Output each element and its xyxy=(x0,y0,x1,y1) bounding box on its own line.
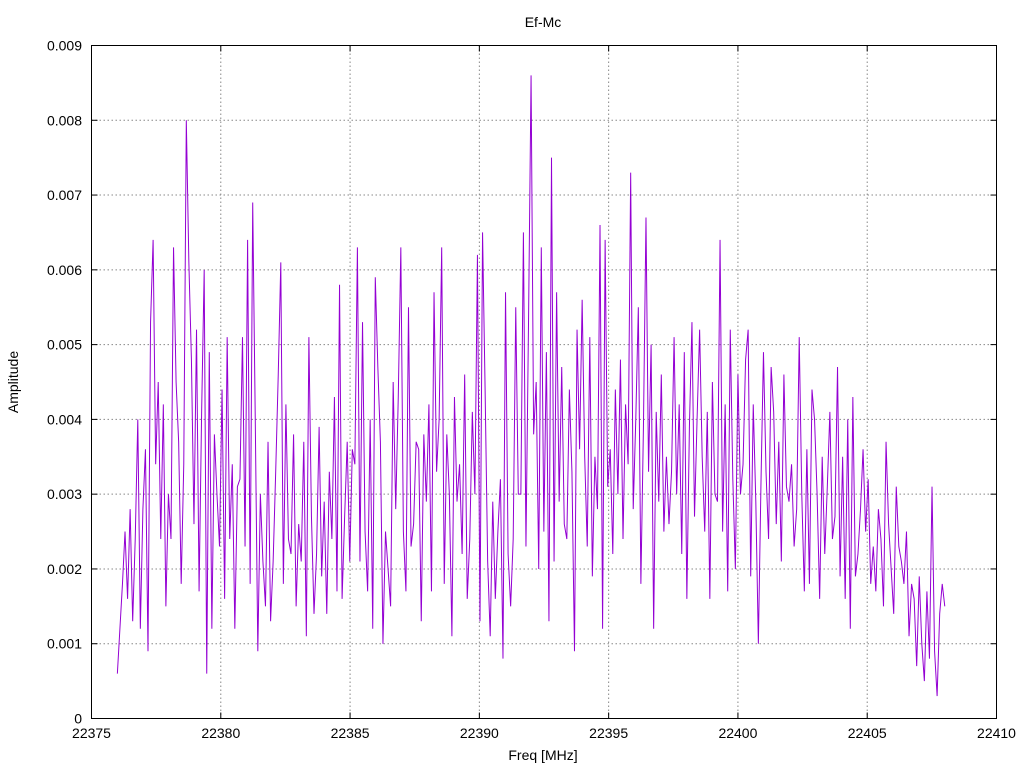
x-tick-label: 22380 xyxy=(201,725,240,741)
x-tick-label: 22390 xyxy=(460,725,499,741)
y-tick-label: 0.009 xyxy=(47,38,82,54)
y-axis-label: Amplitude xyxy=(5,351,21,413)
y-tick-label: 0.008 xyxy=(47,112,82,128)
chart-title: Ef-Mc xyxy=(525,14,562,30)
x-tick-label: 22410 xyxy=(977,725,1016,741)
series-layer xyxy=(116,75,946,697)
x-tick-label: 22375 xyxy=(72,725,111,741)
x-tick-label: 22405 xyxy=(848,725,887,741)
y-tick-label: 0.005 xyxy=(47,337,82,353)
x-tick-label: 22385 xyxy=(331,725,370,741)
y-tick-label: 0 xyxy=(74,711,82,727)
y-tick-label: 0.006 xyxy=(47,262,82,278)
series-line-amplitude xyxy=(116,75,946,697)
y-tick-label: 0.007 xyxy=(47,187,82,203)
y-tick-label: 0.001 xyxy=(47,636,82,652)
x-tick-label: 22395 xyxy=(589,725,628,741)
y-tick-label: 0.003 xyxy=(47,486,82,502)
x-axis-label: Freq [MHz] xyxy=(508,747,577,763)
y-tick-label: 0.002 xyxy=(47,561,82,577)
x-tick-label: 22400 xyxy=(718,725,757,741)
y-tick-label: 0.004 xyxy=(47,411,82,427)
chart-canvas: Ef-Mc 22375 22380 22385 22390 22395 22400 2240… xyxy=(5,14,1016,763)
